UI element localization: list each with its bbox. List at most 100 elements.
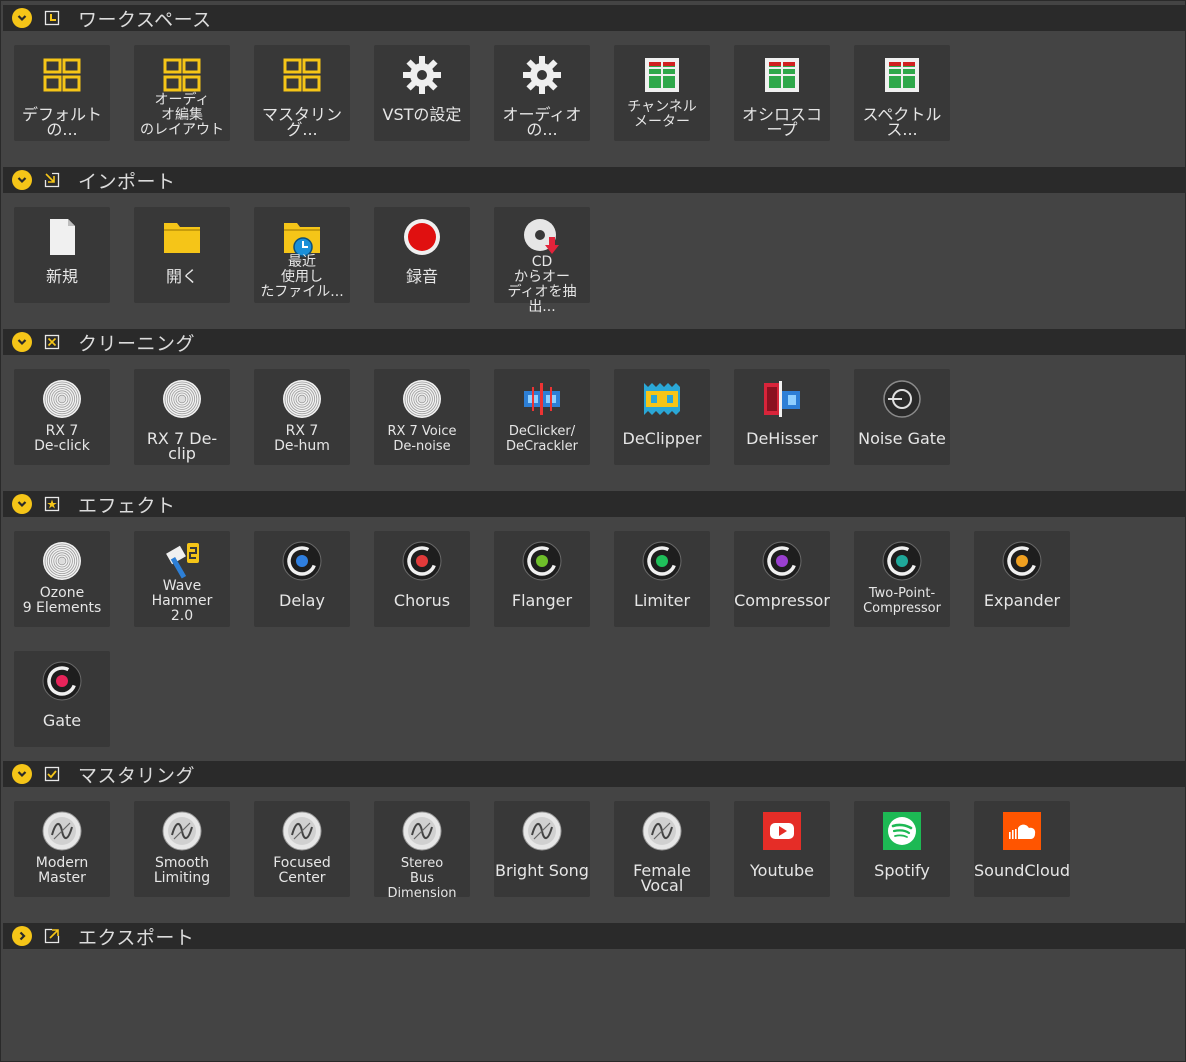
tile-label: Modern Master bbox=[35, 855, 89, 886]
chevron-down-icon[interactable] bbox=[12, 764, 32, 784]
tile-workspace-3[interactable]: VSTの設定 bbox=[374, 45, 470, 141]
tile-label: オシロスコープ bbox=[741, 105, 822, 139]
tile-mastering-7[interactable]: Spotify bbox=[854, 801, 950, 897]
tile-label: RX 7 De-click bbox=[34, 423, 90, 454]
folder-icon bbox=[162, 217, 202, 257]
tile-label: VSTの設定 bbox=[382, 105, 462, 124]
tile-mastering-8[interactable]: SoundCloud bbox=[974, 801, 1070, 897]
tile-label: Gate bbox=[42, 711, 82, 730]
tile-mastering-1[interactable]: Smooth Limiting bbox=[134, 801, 230, 897]
declicker-icon bbox=[522, 379, 562, 419]
tile-cleaning-6[interactable]: DeHisser bbox=[734, 369, 830, 465]
section-header-import[interactable]: インポート bbox=[3, 167, 1185, 193]
tile-effects-4[interactable]: Flanger bbox=[494, 531, 590, 627]
tile-effects-9[interactable]: Gate bbox=[14, 651, 110, 747]
tile-workspace-1[interactable]: オーディ オ編集 のレイアウト bbox=[134, 45, 230, 141]
mastering-preset-icon bbox=[42, 811, 82, 851]
tile-label: Smooth Limiting bbox=[153, 855, 211, 886]
tile-label: RX 7 De-hum bbox=[274, 423, 330, 454]
tile-mastering-3[interactable]: Stereo Bus Dimension bbox=[374, 801, 470, 901]
section-header-cleaning[interactable]: クリーニング bbox=[3, 329, 1185, 355]
tile-mastering-4[interactable]: Bright Song bbox=[494, 801, 590, 897]
tile-label: Noise Gate bbox=[858, 429, 946, 448]
tile-effects-1[interactable]: Wave Hammer 2.0 bbox=[134, 531, 230, 627]
tile-effects-3[interactable]: Chorus bbox=[374, 531, 470, 627]
tile-import-4[interactable]: CD からオー ディオを抽出... bbox=[494, 207, 590, 315]
section-header-workspace[interactable]: ワークスペース bbox=[3, 5, 1185, 31]
chevron-down-icon[interactable] bbox=[12, 8, 32, 28]
mastering-icon bbox=[44, 766, 60, 782]
effect-knob-icon bbox=[282, 541, 322, 581]
effect-knob-icon bbox=[882, 541, 922, 581]
tile-label: Flanger bbox=[511, 591, 573, 610]
tile-label: オーディ オ編集 のレイアウト bbox=[140, 92, 224, 138]
youtube-icon bbox=[762, 811, 802, 851]
tile-mastering-2[interactable]: Focused Center bbox=[254, 801, 350, 897]
meter-panel-icon bbox=[762, 55, 802, 95]
export-icon bbox=[44, 928, 60, 944]
tile-effects-2[interactable]: Delay bbox=[254, 531, 350, 627]
tile-label: Chorus bbox=[393, 591, 451, 610]
rx-disc-icon bbox=[282, 379, 322, 419]
tile-mastering-0[interactable]: Modern Master bbox=[14, 801, 110, 897]
mastering-preset-icon bbox=[282, 811, 322, 851]
section-header-effects[interactable]: エフェクト bbox=[3, 491, 1185, 517]
tile-workspace-7[interactable]: スペクトルス... bbox=[854, 45, 950, 141]
effect-knob-icon bbox=[402, 541, 442, 581]
recent-folder-icon bbox=[282, 217, 322, 257]
tile-label: マスタリング... bbox=[261, 105, 342, 139]
meter-panel-icon bbox=[642, 55, 682, 95]
section-title: ワークスペース bbox=[78, 8, 212, 31]
effect-knob-icon bbox=[522, 541, 562, 581]
tile-label: DeClicker/ DeCrackler bbox=[505, 424, 579, 454]
tile-cleaning-4[interactable]: DeClicker/ DeCrackler bbox=[494, 369, 590, 465]
tile-label: Delay bbox=[279, 591, 325, 610]
chevron-down-icon[interactable] bbox=[12, 494, 32, 514]
tile-label: Two-Point- Compressor bbox=[863, 586, 941, 616]
tile-cleaning-5[interactable]: DeClipper bbox=[614, 369, 710, 465]
tile-label: Spotify bbox=[874, 861, 930, 880]
tile-label: Stereo Bus Dimension bbox=[387, 856, 457, 901]
tile-import-0[interactable]: 新規 bbox=[14, 207, 110, 303]
tile-import-1[interactable]: 開く bbox=[134, 207, 230, 303]
tile-workspace-5[interactable]: チャンネル メーター bbox=[614, 45, 710, 141]
chevron-right-icon[interactable] bbox=[12, 926, 32, 946]
tile-cleaning-1[interactable]: RX 7 De-clip bbox=[134, 369, 230, 465]
tile-effects-6[interactable]: Compressor bbox=[734, 531, 830, 627]
tile-label: 新規 bbox=[45, 267, 78, 286]
gear-icon bbox=[402, 55, 442, 95]
tile-cleaning-2[interactable]: RX 7 De-hum bbox=[254, 369, 350, 465]
tile-import-3[interactable]: 録音 bbox=[374, 207, 470, 303]
cleaning-icon bbox=[44, 334, 60, 350]
gear-icon bbox=[522, 55, 562, 95]
tile-label: Youtube bbox=[750, 861, 814, 880]
tile-workspace-6[interactable]: オシロスコープ bbox=[734, 45, 830, 141]
tile-label: RX 7 Voice De-noise bbox=[387, 424, 457, 454]
section-header-export[interactable]: エクスポート bbox=[3, 923, 1185, 949]
tile-effects-8[interactable]: Expander bbox=[974, 531, 1070, 627]
layout-grid-icon bbox=[42, 55, 82, 95]
tile-workspace-4[interactable]: オーディオの... bbox=[494, 45, 590, 141]
chevron-down-icon[interactable] bbox=[12, 170, 32, 190]
soundcloud-icon bbox=[1002, 811, 1042, 851]
tile-effects-5[interactable]: Limiter bbox=[614, 531, 710, 627]
tile-cleaning-3[interactable]: RX 7 Voice De-noise bbox=[374, 369, 470, 465]
tile-effects-0[interactable]: Ozone 9 Elements bbox=[14, 531, 110, 627]
tile-label: 最近 使用し たファイル... bbox=[260, 254, 344, 300]
tile-import-2[interactable]: 最近 使用し たファイル... bbox=[254, 207, 350, 303]
tile-cleaning-0[interactable]: RX 7 De-click bbox=[14, 369, 110, 465]
tile-mastering-6[interactable]: Youtube bbox=[734, 801, 830, 897]
rx-disc-icon bbox=[402, 379, 442, 419]
chevron-down-icon[interactable] bbox=[12, 332, 32, 352]
tile-label: Wave Hammer 2.0 bbox=[151, 578, 213, 624]
tile-workspace-0[interactable]: デフォルトの... bbox=[14, 45, 110, 141]
declipper-icon bbox=[642, 379, 682, 419]
import-icon bbox=[44, 172, 60, 188]
tile-label: デフォルトの... bbox=[21, 105, 102, 139]
mastering-preset-icon bbox=[522, 811, 562, 851]
tile-mastering-5[interactable]: Female Vocal bbox=[614, 801, 710, 897]
tile-cleaning-7[interactable]: Noise Gate bbox=[854, 369, 950, 465]
section-header-mastering[interactable]: マスタリング bbox=[3, 761, 1185, 787]
tile-workspace-2[interactable]: マスタリング... bbox=[254, 45, 350, 141]
tile-effects-7[interactable]: Two-Point- Compressor bbox=[854, 531, 950, 627]
